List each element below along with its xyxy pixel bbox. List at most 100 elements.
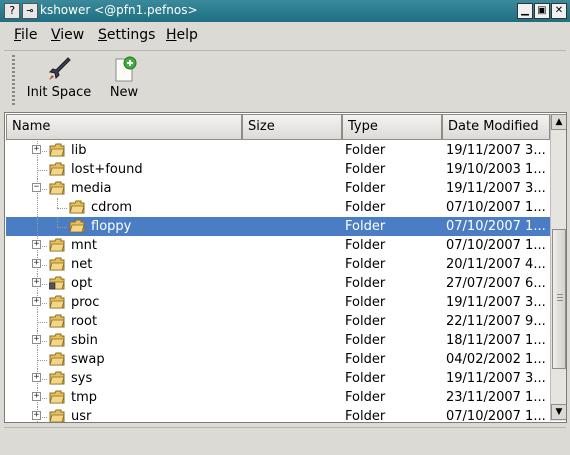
tree-row-root[interactable]: root Folder 22/11/2007 9... bbox=[6, 312, 550, 331]
expand-icon[interactable]: + bbox=[32, 278, 41, 287]
expand-icon[interactable]: + bbox=[32, 145, 41, 154]
file-tree-view[interactable]: Name Size Type Date Modified + lib Folder 1… bbox=[4, 112, 567, 423]
tree-row-net[interactable]: + net Folder 20/11/2007 4... bbox=[6, 255, 550, 274]
row-name: net bbox=[71, 257, 93, 272]
row-name: usr bbox=[71, 409, 92, 422]
scroll-up-button[interactable]: ▲ bbox=[551, 114, 566, 130]
tree-row-media[interactable]: − media Folder 19/11/2007 3... bbox=[6, 179, 550, 198]
folder-icon bbox=[49, 314, 65, 328]
minimize-button[interactable]: ▁ bbox=[517, 3, 533, 19]
menu-settings-mnemonic: S bbox=[98, 27, 107, 43]
folder-icon bbox=[49, 257, 65, 271]
status-bar bbox=[4, 427, 566, 451]
row-name: proc bbox=[71, 295, 100, 310]
row-type: Folder bbox=[345, 238, 386, 253]
tree-row-lost-found[interactable]: lost+found Folder 19/10/2003 1... bbox=[6, 160, 550, 179]
tree-row-cdrom[interactable]: cdrom Folder 07/10/2007 1... bbox=[6, 198, 550, 217]
tree-guide-line bbox=[37, 321, 47, 323]
tree-row-sys[interactable]: + sys Folder 19/11/2007 3... bbox=[6, 369, 550, 388]
new-button[interactable]: New bbox=[104, 55, 144, 100]
folder-icon bbox=[49, 276, 65, 290]
menu-view[interactable]: View bbox=[51, 27, 84, 43]
menu-settings[interactable]: Settings bbox=[98, 27, 155, 43]
rocket-icon bbox=[48, 57, 71, 80]
row-type: Folder bbox=[345, 276, 386, 291]
expand-icon[interactable]: + bbox=[32, 297, 41, 306]
help-icon[interactable]: ? bbox=[4, 3, 20, 19]
column-size[interactable]: Size bbox=[242, 114, 342, 140]
tree-guide-line bbox=[57, 217, 58, 227]
toolbar-grip[interactable] bbox=[12, 55, 15, 107]
row-name: mnt bbox=[71, 238, 97, 253]
tree-rows: + lib Folder 19/11/2007 3... lost+found Folde… bbox=[6, 140, 550, 422]
tree-guide-line bbox=[37, 359, 47, 361]
tree-row-lib[interactable]: + lib Folder 19/11/2007 3... bbox=[6, 141, 550, 160]
new-document-icon bbox=[115, 56, 137, 82]
row-type: Folder bbox=[345, 390, 386, 405]
row-type: Folder bbox=[345, 257, 386, 272]
row-name: sys bbox=[71, 371, 93, 386]
row-date-modified: 19/11/2007 3... bbox=[446, 181, 546, 196]
tree-row-tmp[interactable]: + tmp Folder 23/11/2007 1... bbox=[6, 388, 550, 407]
tree-row-sbin[interactable]: + sbin Folder 18/11/2007 1... bbox=[6, 331, 550, 350]
close-button[interactable]: ✕ bbox=[551, 3, 567, 19]
folder-icon bbox=[49, 162, 65, 176]
tree-row-mnt[interactable]: + mnt Folder 07/10/2007 1... bbox=[6, 236, 550, 255]
expand-icon[interactable]: + bbox=[32, 335, 41, 344]
row-date-modified: 23/11/2007 1... bbox=[446, 390, 546, 405]
maximize-button[interactable]: ▣ bbox=[534, 3, 550, 19]
row-type: Folder bbox=[345, 181, 386, 196]
menu-view-mnemonic: V bbox=[51, 27, 61, 43]
row-date-modified: 07/10/2007 1... bbox=[446, 200, 546, 215]
init-space-button[interactable]: Init Space bbox=[24, 55, 94, 100]
tree-row-swap[interactable]: swap Folder 04/02/2002 1... bbox=[6, 350, 550, 369]
row-type: Folder bbox=[345, 333, 386, 348]
row-name: cdrom bbox=[91, 200, 133, 215]
folder-icon bbox=[69, 219, 85, 233]
scroll-down-button[interactable]: ▼ bbox=[551, 404, 566, 420]
folder-icon bbox=[49, 390, 65, 404]
row-type: Folder bbox=[345, 409, 386, 422]
column-name[interactable]: Name bbox=[6, 114, 242, 140]
tree-row-usr[interactable]: + usr Folder 07/10/2007 1... bbox=[6, 407, 550, 422]
row-date-modified: 19/11/2007 3... bbox=[446, 143, 546, 158]
toolbar: Init Space New bbox=[4, 50, 566, 110]
menu-settings-label: ettings bbox=[106, 27, 156, 43]
title-bar[interactable]: ? ⊸ kshower <@pfn1.pefnos> ▁ ▣ ✕ bbox=[0, 0, 570, 22]
menu-file[interactable]: File bbox=[14, 27, 37, 43]
row-name: sbin bbox=[71, 333, 98, 348]
folder-icon bbox=[49, 409, 65, 422]
expand-icon[interactable]: + bbox=[32, 373, 41, 382]
expand-icon[interactable]: + bbox=[32, 392, 41, 401]
tree-row-proc[interactable]: + proc Folder 19/11/2007 3... bbox=[6, 293, 550, 312]
menu-help[interactable]: Help bbox=[166, 27, 198, 43]
tree-guide-line bbox=[37, 169, 47, 171]
collapse-icon[interactable]: − bbox=[32, 183, 41, 192]
row-date-modified: 07/10/2007 1... bbox=[446, 409, 546, 422]
folder-icon bbox=[49, 371, 65, 385]
column-type[interactable]: Type bbox=[342, 114, 442, 140]
row-date-modified: 22/11/2007 9... bbox=[446, 314, 546, 329]
expand-icon[interactable]: + bbox=[32, 259, 41, 268]
row-date-modified: 19/11/2007 3... bbox=[446, 371, 546, 386]
row-date-modified: 19/10/2003 1... bbox=[446, 162, 546, 177]
expand-icon[interactable]: + bbox=[32, 411, 41, 420]
tree-row-opt[interactable]: + opt Folder 27/07/2007 6... bbox=[6, 274, 550, 293]
row-type: Folder bbox=[345, 162, 386, 177]
row-name: tmp bbox=[71, 390, 98, 405]
column-date-modified[interactable]: Date Modified bbox=[442, 114, 550, 140]
folder-icon bbox=[49, 238, 65, 252]
row-name: lib bbox=[71, 143, 87, 158]
row-date-modified: 20/11/2007 4... bbox=[446, 257, 546, 272]
row-type: Folder bbox=[345, 371, 386, 386]
row-date-modified: 19/11/2007 3... bbox=[446, 295, 546, 310]
expand-icon[interactable]: + bbox=[32, 240, 41, 249]
pin-icon[interactable]: ⊸ bbox=[22, 3, 38, 19]
folder-icon bbox=[49, 143, 65, 157]
row-type: Folder bbox=[345, 295, 386, 310]
scroll-thumb[interactable] bbox=[552, 229, 566, 369]
vertical-scrollbar[interactable]: ▲ ▼ bbox=[550, 114, 566, 421]
tree-row-floppy[interactable]: floppy Folder 07/10/2007 1... bbox=[6, 217, 550, 236]
folder-icon bbox=[49, 333, 65, 347]
row-date-modified: 04/02/2002 1... bbox=[446, 352, 546, 367]
